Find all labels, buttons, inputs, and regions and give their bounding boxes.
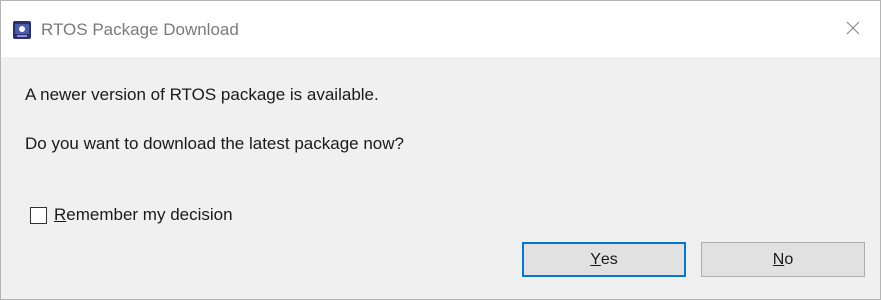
checkbox-box[interactable] [30, 206, 47, 224]
no-button[interactable]: No [701, 242, 865, 277]
close-icon [846, 21, 860, 35]
remember-decision-label: Remember my decision [54, 205, 233, 225]
remember-decision-checkbox[interactable]: Remember my decision [30, 205, 233, 225]
remember-label-rest: emember my decision [66, 205, 233, 224]
close-button[interactable] [840, 15, 866, 41]
yes-mnemonic: Y [590, 250, 601, 268]
remember-mnemonic: R [54, 205, 67, 224]
window-title: RTOS Package Download [41, 20, 239, 39]
message-line-2: Do you want to download the latest packa… [25, 134, 404, 153]
no-label-rest: o [784, 250, 794, 268]
yes-label-rest: es [600, 250, 618, 268]
rtos-package-download-dialog: RTOS Package Download A newer version of… [0, 0, 881, 300]
app-icon [13, 21, 31, 39]
yes-button[interactable]: Yes [522, 242, 686, 277]
message-line-1: A newer version of RTOS package is avail… [25, 85, 379, 104]
no-mnemonic: N [772, 250, 785, 268]
title-bar: RTOS Package Download [1, 1, 880, 57]
